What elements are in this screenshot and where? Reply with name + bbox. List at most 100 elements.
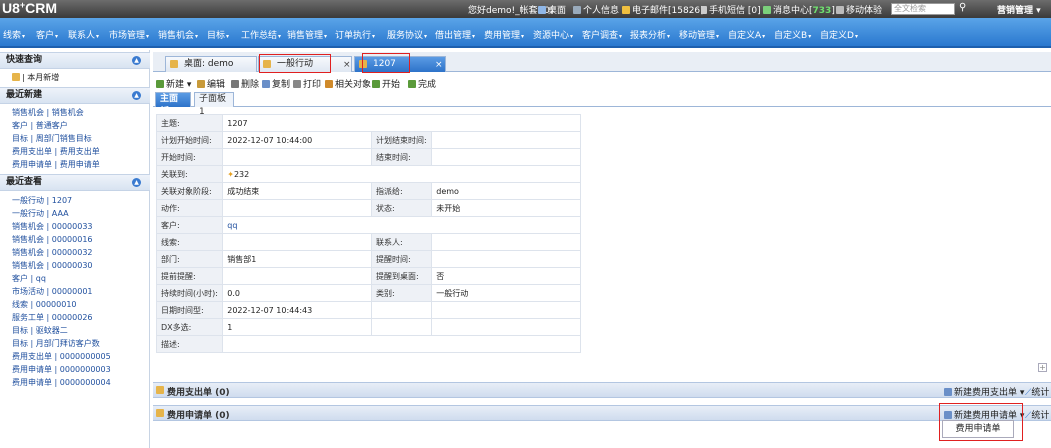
related-icon: ✦ <box>227 169 234 179</box>
new-icon <box>156 80 164 88</box>
stats-button[interactable]: ⟋统计 <box>1025 385 1049 398</box>
assign-value: demo <box>431 182 581 200</box>
nav-item[interactable]: 借出管理▾ <box>435 28 475 41</box>
new-button[interactable]: 新建 ▾ <box>156 77 191 90</box>
quick-query-item[interactable]: | 本月新增 <box>12 72 59 83</box>
customer-link[interactable]: qq <box>222 216 581 234</box>
nav-item[interactable]: 目标▾ <box>207 28 229 41</box>
section-title: 费用申请单 (0) <box>167 411 230 421</box>
recent-view-item[interactable]: 销售机会 | 00000030 <box>12 260 93 271</box>
new-expense-out-button[interactable]: 新建费用支出单 ▾ <box>944 385 1024 398</box>
recent-view-item[interactable]: 销售机会 | 00000033 <box>12 221 93 232</box>
field-label: 部门: <box>155 250 224 268</box>
desc-value <box>222 335 581 353</box>
edit-button[interactable]: 编辑 <box>197 77 225 90</box>
chevron-down-icon: ▾ <box>22 33 26 40</box>
related-to-link[interactable]: ✦232 <box>222 165 581 183</box>
nav-item[interactable]: 自定义B▾ <box>774 28 811 41</box>
recent-view-item[interactable]: 目标 | 月部门拜访客户数 <box>12 338 100 349</box>
app-logo: U8+CRM <box>2 0 58 16</box>
recent-new-item[interactable]: 费用支出单 | 费用支出单 <box>12 146 100 157</box>
subtab-bar: 主面板 子面板 1 <box>153 91 1051 117</box>
collapse-icon[interactable]: ▲ <box>132 178 141 187</box>
recent-new-item[interactable]: 客户 | 普通客户 <box>12 120 68 131</box>
nav-item[interactable]: 客户调查▾ <box>582 28 622 41</box>
start-value <box>222 148 372 166</box>
recent-new-item[interactable]: 目标 | 周部门销售目标 <box>12 133 92 144</box>
tab-sub-panel-1[interactable]: 子面板 1 <box>194 92 234 117</box>
nav-item[interactable]: 线索▾ <box>3 28 25 41</box>
subject-value: 1207 <box>222 114 581 132</box>
close-icon[interactable]: × <box>435 58 443 72</box>
field-label: 提醒时间: <box>370 250 433 268</box>
search-icon[interactable]: ⚲ <box>959 2 966 13</box>
nav-item[interactable]: 联系人▾ <box>68 28 99 41</box>
main-nav: 线索▾ 客户▾ 联系人▾ 市场管理▾ 销售机会▾ 目标▾ 工作总结▾ 销售管理▾ 订单执行▾ 服务… <box>0 18 1051 48</box>
related-objects-button[interactable]: 相关对象 <box>325 77 371 90</box>
desktop-link[interactable]: 桌面 <box>538 3 566 16</box>
recent-view-item[interactable]: 费用支出单 | 0000000005 <box>12 351 111 362</box>
nav-item[interactable]: 报表分析▾ <box>630 28 670 41</box>
close-icon[interactable]: × <box>343 58 351 72</box>
recent-view-item[interactable]: 市场活动 | 00000001 <box>12 286 93 297</box>
recent-view-item[interactable]: 一般行动 | AAA <box>12 208 69 219</box>
nav-item[interactable]: 市场管理▾ <box>109 28 149 41</box>
field-label: 客户: <box>155 216 224 234</box>
stats-button[interactable]: ⟋统计 <box>1025 408 1049 421</box>
field-label: 计划结束时间: <box>370 131 433 149</box>
start-button[interactable]: 开始 <box>372 77 400 90</box>
folder-icon <box>12 73 20 81</box>
recent-view-item[interactable]: 线索 | 00000010 <box>12 299 77 310</box>
print-button[interactable]: 打印 <box>293 77 321 90</box>
mail-icon <box>622 6 630 14</box>
recent-view-item[interactable]: 销售机会 | 00000016 <box>12 234 93 245</box>
sms-link[interactable]: 手机短信 [0] <box>701 3 761 16</box>
field-label: 提醒到桌面: <box>370 267 433 285</box>
mobile-icon <box>836 6 844 14</box>
collapse-icon[interactable]: ▲ <box>132 56 141 65</box>
fulltext-search-input[interactable]: 全文检索 <box>891 3 955 15</box>
recent-view-item[interactable]: 费用申请单 | 0000000004 <box>12 377 111 388</box>
expand-icon[interactable]: + <box>1038 363 1047 372</box>
recent-view-item[interactable]: 目标 | 驱蚊器二 <box>12 325 68 336</box>
nav-item[interactable]: 订单执行▾ <box>335 28 375 41</box>
message-center-link[interactable]: 消息中心[733] <box>763 3 835 16</box>
section-icon <box>156 386 164 394</box>
nav-item[interactable]: 销售管理▾ <box>287 28 327 41</box>
finish-button[interactable]: 完成 <box>408 77 436 90</box>
recent-view-item[interactable]: 费用申请单 | 0000000003 <box>12 364 111 375</box>
nav-item[interactable]: 移动管理▾ <box>679 28 719 41</box>
copy-button[interactable]: 复制 <box>262 77 290 90</box>
email-link[interactable]: 电子邮件[15826] <box>622 3 704 16</box>
nav-item[interactable]: 费用管理▾ <box>484 28 524 41</box>
nav-item[interactable]: 资源中心▾ <box>533 28 573 41</box>
nav-item[interactable]: 工作总结▾ <box>241 28 281 41</box>
recent-new-header[interactable]: 最近新建 ▲ <box>0 87 150 104</box>
nav-item[interactable]: 自定义A▾ <box>728 28 765 41</box>
tab-main-panel[interactable]: 主面板 <box>155 92 191 117</box>
nav-item[interactable]: 销售机会▾ <box>158 28 198 41</box>
recent-view-item[interactable]: 客户 | qq <box>12 273 46 284</box>
nav-item[interactable]: 自定义D▾ <box>820 28 858 41</box>
nav-item[interactable]: 服务协议▾ <box>387 28 427 41</box>
delete-button[interactable]: 删除 <box>231 77 259 90</box>
collapse-icon[interactable]: ▲ <box>132 91 141 100</box>
recent-new-item[interactable]: 费用申请单 | 费用申请单 <box>12 159 100 170</box>
mobile-experience-link[interactable]: 移动体验 <box>836 3 882 16</box>
admin-menu[interactable]: 营销管理 ▾ <box>997 3 1041 16</box>
tab-desktop[interactable]: 桌面: demo <box>165 56 257 72</box>
delete-icon <box>231 80 239 88</box>
top-bar: U8+CRM 您好demo!_帐套:(0) 桌面 个人信息 电子邮件[15826… <box>0 0 1051 18</box>
nav-item[interactable]: 客户▾ <box>36 28 58 41</box>
recent-view-header[interactable]: 最近查看 ▲ <box>0 174 150 191</box>
quick-query-header[interactable]: 快速查询 ▲ <box>0 52 150 69</box>
recent-view-item[interactable]: 销售机会 | 00000032 <box>12 247 93 258</box>
personal-info-link[interactable]: 个人信息 <box>573 3 619 16</box>
recent-view-item[interactable]: 服务工单 | 00000026 <box>12 312 93 323</box>
field-label: 主题: <box>155 114 224 132</box>
recent-view-item[interactable]: 一般行动 | 1207 <box>12 195 72 206</box>
related-icon <box>325 80 333 88</box>
field-label: 线索: <box>155 233 224 251</box>
lead-value <box>222 233 372 251</box>
recent-new-item[interactable]: 销售机会 | 销售机会 <box>12 107 84 118</box>
